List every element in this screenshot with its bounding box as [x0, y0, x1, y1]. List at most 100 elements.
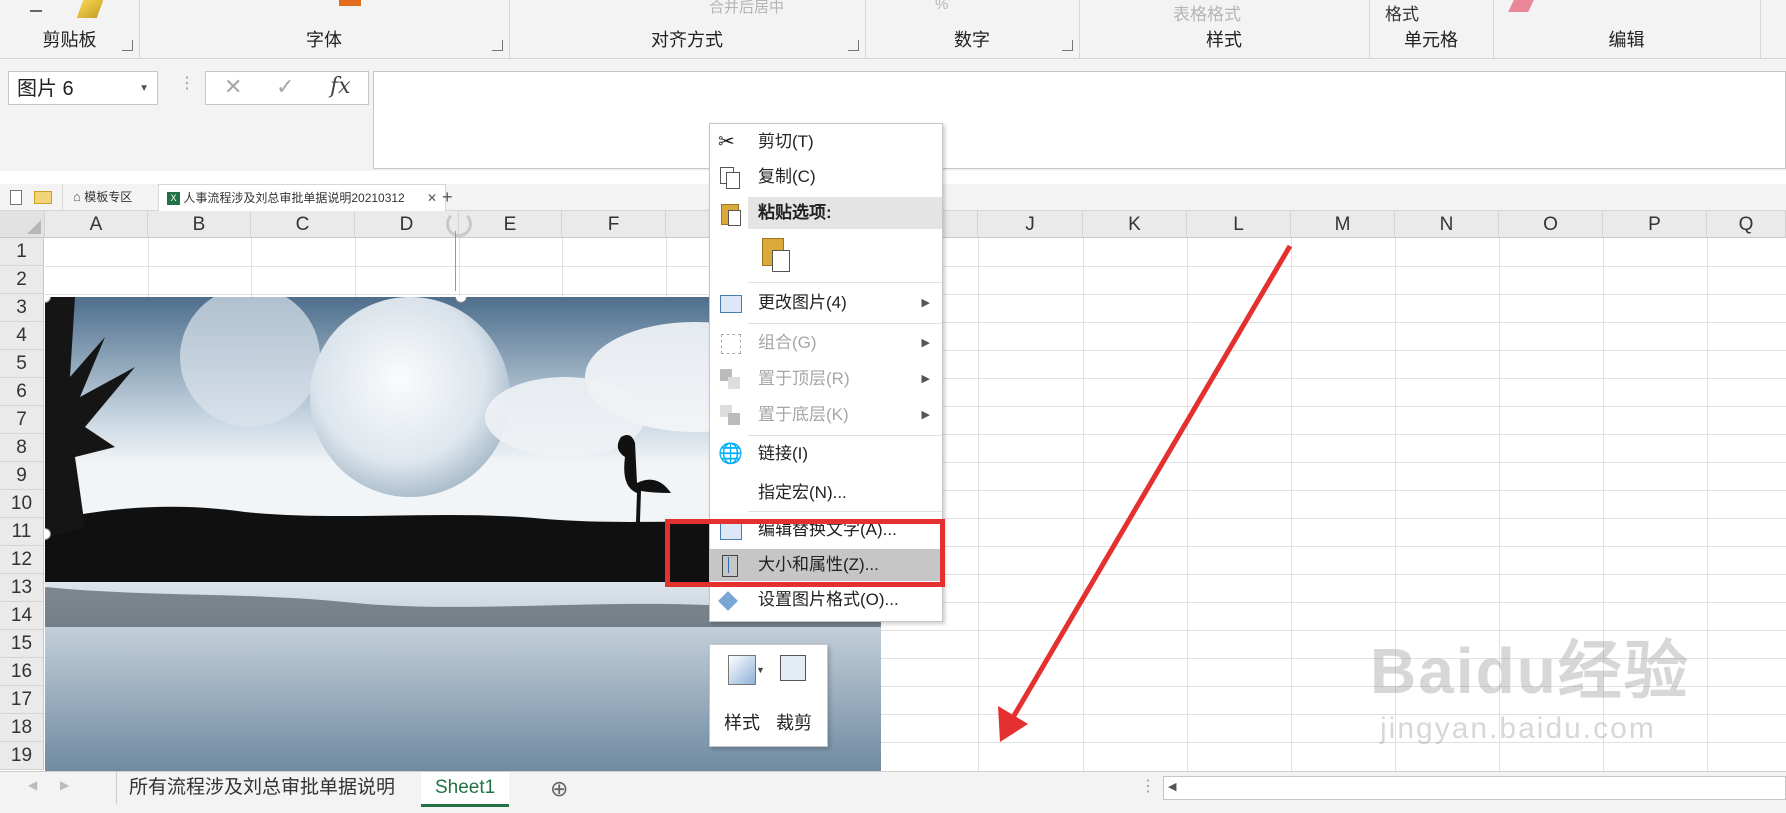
column-header[interactable]: A: [45, 211, 148, 238]
enter-icon[interactable]: ✓: [276, 74, 294, 100]
menu-item-format-picture[interactable]: 设置图片格式(O)...: [710, 584, 942, 616]
font-color-icon[interactable]: [339, 0, 361, 6]
menu-item-label: 置于顶层(R): [758, 369, 850, 388]
formula-input[interactable]: [373, 71, 1786, 169]
gridline: [1707, 238, 1708, 771]
column-header[interactable]: J: [978, 211, 1083, 238]
highlight-box-annotation: [665, 519, 945, 587]
row-header[interactable]: 16: [0, 658, 44, 686]
ribbon-group-label: 样式: [1206, 30, 1242, 50]
ribbon-group-cells: 格式 单元格: [1369, 0, 1494, 58]
column-header[interactable]: F: [562, 211, 666, 238]
column-header[interactable]: P: [1603, 211, 1707, 238]
percent-style-button[interactable]: %: [935, 0, 948, 13]
sheet-tab-active[interactable]: Sheet1: [421, 772, 510, 807]
scissors-icon: ✂: [718, 131, 735, 153]
row-header[interactable]: 11: [0, 518, 44, 546]
menu-item-change-picture[interactable]: 更改图片(4) ▶: [710, 287, 942, 319]
column-header[interactable]: L: [1187, 211, 1291, 238]
menu-item-cut[interactable]: ✂ 剪切(T): [710, 126, 942, 158]
column-header[interactable]: C: [251, 211, 355, 238]
scroll-right-icon[interactable]: ▶: [60, 778, 69, 792]
format-as-table-button[interactable]: 表格格式: [1173, 0, 1241, 25]
column-header[interactable]: B: [148, 211, 251, 238]
dialog-launcher-icon[interactable]: [848, 40, 859, 51]
row-header[interactable]: 4: [0, 322, 44, 350]
folder-icon[interactable]: [34, 184, 52, 210]
row-header[interactable]: 10: [0, 490, 44, 518]
rotate-handle-icon[interactable]: [446, 211, 472, 237]
scroll-left-icon[interactable]: ◀: [1168, 780, 1176, 793]
ribbon-group-alignment: 合并后居中 对齐方式: [509, 0, 866, 58]
style-button[interactable]: ▼ 样式: [720, 651, 766, 739]
insert-function-button[interactable]: fx: [330, 74, 351, 99]
scroll-left-icon[interactable]: ◀: [28, 778, 37, 792]
row-header[interactable]: 12: [0, 546, 44, 574]
column-header[interactable]: N: [1395, 211, 1499, 238]
name-box[interactable]: 图片 6 ▼: [8, 71, 158, 105]
tab-template-zone[interactable]: ⌂ 模板专区: [62, 184, 165, 210]
tab-label: 人事流程涉及刘总审批单据说明20210312: [183, 191, 405, 205]
add-sheet-button[interactable]: ⊕: [550, 776, 568, 802]
change-picture-icon: [718, 291, 742, 315]
format-painter-icon[interactable]: [76, 0, 104, 18]
splitter-dots-icon[interactable]: ⋮: [179, 73, 195, 93]
paste-option-button[interactable]: [758, 234, 794, 274]
crop-button[interactable]: 裁剪: [772, 651, 818, 739]
row-header[interactable]: 5: [0, 350, 44, 378]
column-header[interactable]: K: [1083, 211, 1187, 238]
menu-item-copy[interactable]: 复制(C): [710, 161, 942, 193]
bring-front-icon: [718, 367, 742, 391]
row-header[interactable]: 8: [0, 434, 44, 462]
ribbon-group-font: 字体: [139, 0, 510, 58]
column-header[interactable]: Q: [1707, 211, 1786, 238]
sheet-tab[interactable]: 所有流程涉及刘总审批单据说明: [116, 772, 407, 804]
column-header[interactable]: O: [1499, 211, 1603, 238]
menu-item-group[interactable]: 组合(G) ▶: [710, 327, 942, 359]
chevron-down-icon[interactable]: ▼: [139, 72, 149, 106]
row-header[interactable]: 13: [0, 574, 44, 602]
row-header[interactable]: 15: [0, 630, 44, 658]
submenu-arrow-icon: ▶: [921, 297, 930, 309]
menu-item-label: 指定宏(N)...: [758, 483, 847, 502]
new-tab-button[interactable]: +: [442, 184, 462, 210]
cancel-icon[interactable]: ✕: [224, 74, 242, 100]
row-header[interactable]: 2: [0, 266, 44, 294]
row-header[interactable]: 17: [0, 686, 44, 714]
menu-item-assign-macro[interactable]: 指定宏(N)...: [710, 477, 942, 509]
paste-dropdown-icon[interactable]: [30, 0, 42, 12]
row-header[interactable]: 6: [0, 378, 44, 406]
watermark-brand: Baidu经验: [1370, 635, 1690, 707]
row-header[interactable]: 19: [0, 742, 44, 770]
column-header[interactable]: E: [459, 211, 562, 238]
paste-options-header: 粘贴选项:: [748, 197, 942, 229]
menu-separator: [748, 435, 942, 436]
merge-center-button[interactable]: 合并后居中: [709, 0, 784, 17]
dialog-launcher-icon[interactable]: [492, 40, 503, 51]
row-header[interactable]: 1: [0, 238, 44, 266]
dialog-launcher-icon[interactable]: [122, 40, 133, 51]
row-header[interactable]: 18: [0, 714, 44, 742]
menu-item-bring-to-front[interactable]: 置于顶层(R) ▶: [710, 363, 942, 395]
column-header[interactable]: M: [1291, 211, 1395, 238]
row-header[interactable]: 7: [0, 406, 44, 434]
select-all-corner[interactable]: [0, 211, 45, 238]
new-document-icon[interactable]: [10, 184, 24, 210]
menu-item-link[interactable]: 🌐 链接(I): [710, 438, 942, 470]
dialog-launcher-icon[interactable]: [1062, 40, 1073, 51]
splitter-dots-icon[interactable]: ⋮: [1140, 776, 1156, 796]
row-header[interactable]: 14: [0, 602, 44, 630]
clear-icon[interactable]: [1508, 0, 1534, 12]
format-button[interactable]: 格式: [1385, 0, 1419, 25]
row-header[interactable]: 3: [0, 294, 44, 322]
ribbon-group-label: 对齐方式: [651, 30, 723, 50]
ribbon-group-number: % 数字: [865, 0, 1080, 58]
crop-icon: [780, 655, 806, 681]
close-icon[interactable]: ✕: [427, 185, 437, 211]
ribbon-group-label: 数字: [954, 30, 990, 50]
row-header[interactable]: 9: [0, 462, 44, 490]
horizontal-scrollbar[interactable]: ◀: [1163, 776, 1786, 800]
menu-item-send-to-back[interactable]: 置于底层(K) ▶: [710, 399, 942, 431]
tab-workbook[interactable]: X 人事流程涉及刘总审批单据说明20210312 ✕: [158, 184, 446, 211]
column-header[interactable]: D: [355, 211, 459, 238]
